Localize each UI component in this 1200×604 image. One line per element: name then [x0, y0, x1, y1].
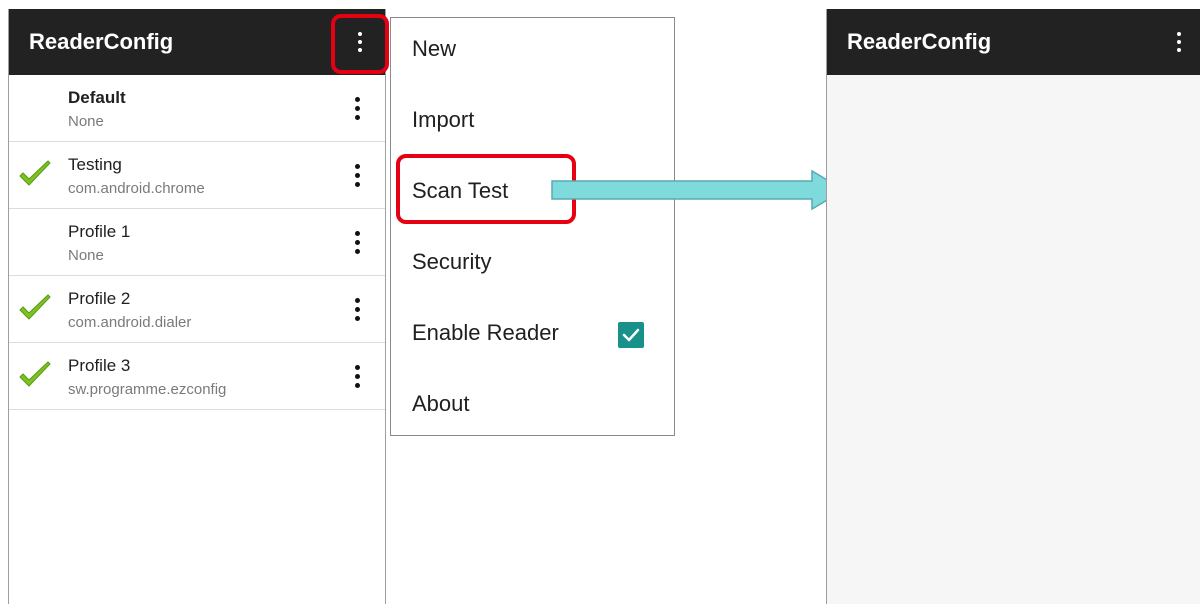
app-title: ReaderConfig [29, 29, 174, 54]
profile-name: Profile 1 [68, 222, 131, 241]
profile-list: Default None Testing com.android.chrome … [9, 75, 385, 410]
menu-item-label: Enable Reader [412, 320, 559, 345]
profile-package: None [68, 247, 104, 264]
list-item[interactable]: Testing com.android.chrome [9, 142, 385, 209]
menu-item-label: New [412, 36, 457, 61]
profile-menu-button[interactable] [347, 359, 367, 393]
profile-name: Testing [68, 155, 122, 174]
menu-item-enable-reader[interactable]: Enable Reader [391, 302, 674, 373]
list-item[interactable]: Profile 1 None [9, 209, 385, 276]
menu-item-label: Security [412, 249, 492, 274]
app-title: ReaderConfig [847, 29, 992, 54]
overflow-menu: New Import Scan Test Security Enable Rea… [390, 17, 675, 436]
checkmark-icon [19, 160, 51, 186]
menu-item-label: About [412, 391, 470, 416]
scan-test-content [827, 75, 1200, 604]
more-vert-icon [354, 163, 360, 187]
scan-test-screen: ReaderConfig [826, 9, 1200, 604]
arrow-right-icon [551, 169, 846, 211]
list-item[interactable]: Profile 2 com.android.dialer [9, 276, 385, 343]
profile-package: com.android.chrome [68, 180, 205, 197]
profile-menu-button[interactable] [347, 158, 367, 192]
more-vert-icon [354, 96, 360, 120]
profile-package: None [68, 113, 104, 130]
list-item[interactable]: Profile 3 sw.programme.ezconfig [9, 343, 385, 410]
menu-item-import[interactable]: Import [391, 89, 674, 160]
profile-list-screen: ReaderConfig Default None Testing com.an… [8, 9, 386, 604]
overflow-highlight-box [331, 14, 389, 74]
checkmark-icon [19, 294, 51, 320]
app-bar: ReaderConfig [827, 9, 1200, 75]
menu-item-new[interactable]: New [391, 18, 674, 89]
app-bar: ReaderConfig [9, 9, 385, 75]
profile-package: com.android.dialer [68, 314, 192, 331]
list-item[interactable]: Default None [9, 75, 385, 142]
check-icon [622, 328, 640, 342]
enable-reader-checkbox[interactable] [618, 322, 644, 348]
more-vert-icon [354, 297, 360, 321]
scan-test-highlight-box [396, 154, 576, 224]
profile-package: sw.programme.ezconfig [68, 381, 227, 398]
profile-menu-button[interactable] [347, 292, 367, 326]
menu-item-label: Import [412, 107, 475, 132]
checkmark-icon [19, 361, 51, 387]
more-vert-icon [354, 230, 360, 254]
overflow-menu-button[interactable] [1159, 9, 1199, 75]
menu-item-about[interactable]: About [391, 373, 674, 444]
more-vert-icon [1177, 32, 1181, 52]
menu-item-security[interactable]: Security [391, 231, 674, 302]
profile-menu-button[interactable] [347, 225, 367, 259]
profile-name: Default [68, 88, 126, 107]
more-vert-icon [354, 364, 360, 388]
profile-menu-button[interactable] [347, 91, 367, 125]
profile-name: Profile 3 [68, 356, 131, 375]
profile-name: Profile 2 [68, 289, 131, 308]
